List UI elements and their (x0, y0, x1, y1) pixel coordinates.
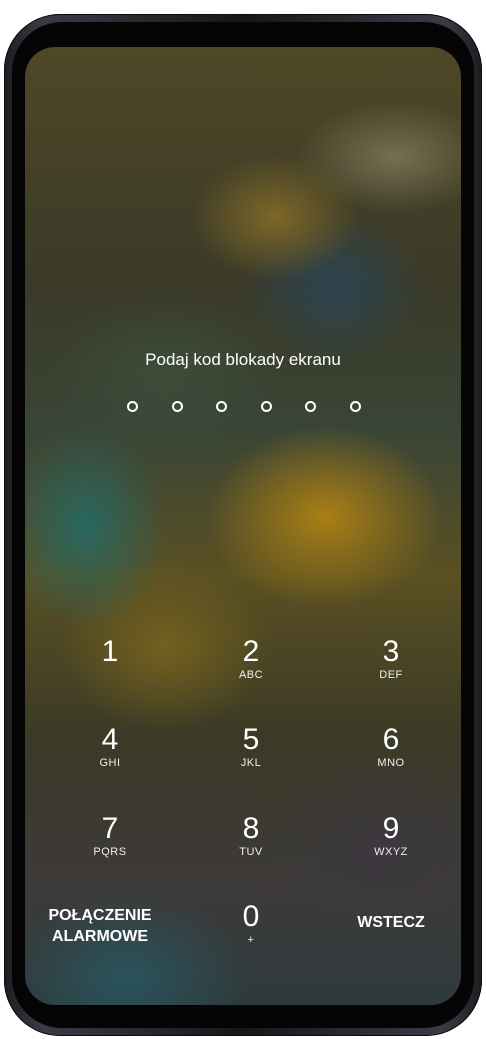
pin-dot-1 (127, 401, 138, 412)
pin-dot-5 (305, 401, 317, 412)
key-letters: TUV (239, 846, 263, 858)
key-digit: 9 (382, 812, 400, 845)
key-letters: JKL (240, 757, 262, 769)
pin-dot-3 (216, 401, 228, 412)
keypad-key-4[interactable]: 4 GHI (55, 725, 165, 795)
key-letters: MNO (377, 757, 405, 769)
key-digit: 7 (101, 812, 119, 845)
key-digit: 2 (242, 635, 260, 668)
key-letters: WXYZ (374, 846, 408, 858)
key-letters: ABC (238, 669, 264, 681)
keypad-key-8[interactable]: 8 TUV (196, 814, 306, 884)
key-letters: + (247, 934, 255, 946)
key-digit: 1 (101, 635, 119, 668)
emergency-call-button[interactable]: POŁĄCZENIE ALARMOWE (35, 905, 165, 947)
key-digit: 6 (382, 723, 400, 756)
pin-dot-6 (349, 401, 361, 412)
key-letters: GHI (99, 757, 121, 769)
pin-prompt: Podaj kod blokady ekranu (145, 350, 341, 369)
key-digit: 0 (242, 900, 260, 933)
keypad-key-7[interactable]: 7 PQRS (55, 814, 165, 884)
key-digit: 4 (101, 723, 119, 756)
keypad-key-2[interactable]: 2 ABC (196, 637, 306, 707)
keypad-key-1[interactable]: 1 (55, 637, 165, 707)
keypad-key-3[interactable]: 3 DEF (336, 637, 446, 707)
lock-screen: Podaj kod blokady ekranu 1 2 ABC 3 DEF 4… (25, 47, 461, 1005)
key-letters: PQRS (93, 846, 127, 858)
key-digit: 3 (382, 635, 400, 668)
keypad-key-9[interactable]: 9 WXYZ (336, 814, 446, 884)
key-digit: 5 (242, 723, 260, 756)
key-digit: 8 (242, 812, 260, 845)
key-letters: DEF (379, 669, 403, 681)
keypad-key-6[interactable]: 6 MNO (336, 725, 446, 795)
emergency-label-line1: POŁĄCZENIE (48, 907, 152, 924)
pin-dot-2 (171, 401, 183, 412)
back-button[interactable]: WSTECZ (331, 913, 451, 933)
pin-dot-4 (260, 401, 272, 412)
emergency-label-line2: ALARMOWE (52, 928, 148, 945)
keypad-key-5[interactable]: 5 JKL (196, 725, 306, 795)
pin-indicator (127, 401, 361, 417)
keypad-key-0[interactable]: 0 + (196, 902, 306, 972)
